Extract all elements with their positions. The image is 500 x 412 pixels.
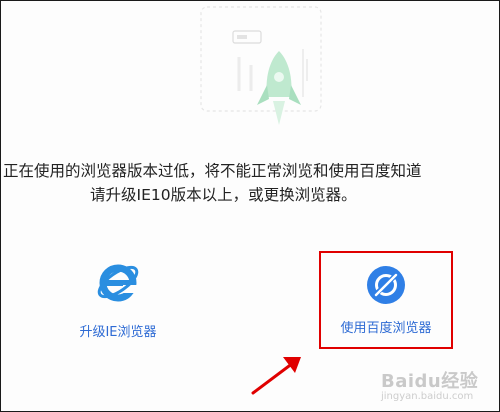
use-baidu-browser-option[interactable]: 使用百度浏览器 [319,251,453,349]
use-baidu-browser-label[interactable]: 使用百度浏览器 [321,317,451,336]
page-frame: 正在使用的浏览器版本过低，将不能正常浏览和使用百度知道 请升级IE10版本以上，… [0,0,500,412]
internet-explorer-icon [97,264,139,302]
upgrade-ie-option[interactable]: 升级IE浏览器 [63,257,173,340]
red-arrow-annotation [251,357,301,395]
baidu-jingyan-watermark: Baidu经验 jingyan.baidu.com [381,367,478,402]
warning-line-2: 请升级IE10版本以上，或更换浏览器。 [90,186,357,204]
warning-line-1: 正在使用的浏览器版本过低，将不能正常浏览和使用百度知道 [3,162,422,180]
rocket-illustration [200,6,322,125]
upgrade-ie-label[interactable]: 升级IE浏览器 [63,321,173,340]
baidu-browser-icon [367,266,405,304]
watermark-text: Baidu经验 [381,371,479,392]
watermark-url: jingyan.baidu.com [381,391,474,402]
